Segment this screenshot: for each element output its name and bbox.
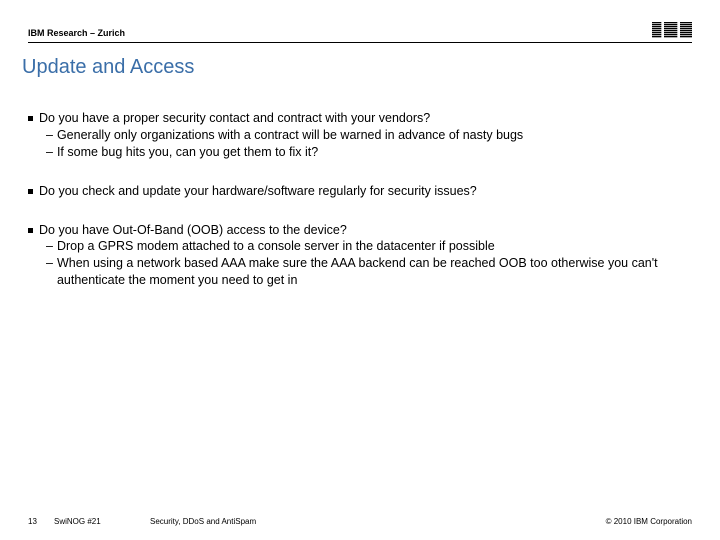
footer-copyright: © 2010 IBM Corporation <box>606 517 692 526</box>
bullet-text: Do you have a proper security contact an… <box>39 110 692 127</box>
slide-header: IBM Research – Zurich <box>28 22 692 43</box>
page-number: 13 <box>28 517 54 526</box>
org-line: IBM Research – Zurich <box>28 28 125 38</box>
sub-item: – Drop a GPRS modem attached to a consol… <box>46 238 692 255</box>
sub-text: Generally only organizations with a cont… <box>57 127 692 144</box>
bullet-item: Do you have a proper security contact an… <box>28 110 692 161</box>
dash-icon: – <box>46 144 53 161</box>
dash-icon: – <box>46 255 53 272</box>
bullet-text: Do you have Out-Of-Band (OOB) access to … <box>39 222 692 239</box>
bullet-item: Do you have Out-Of-Band (OOB) access to … <box>28 222 692 290</box>
sub-item: – When using a network based AAA make su… <box>46 255 692 289</box>
sub-text: When using a network based AAA make sure… <box>57 255 692 289</box>
square-bullet-icon <box>28 189 33 194</box>
sub-item: – If some bug hits you, can you get them… <box>46 144 692 161</box>
slide-content: Do you have a proper security contact an… <box>28 110 692 311</box>
bullet-text: Do you check and update your hardware/so… <box>39 183 692 200</box>
footer-event: SwiNOG #21 <box>54 517 150 526</box>
slide-footer: 13 SwiNOG #21 Security, DDoS and AntiSpa… <box>28 517 692 526</box>
ibm-logo-icon <box>652 22 692 38</box>
slide-title: Update and Access <box>22 56 194 79</box>
dash-icon: – <box>46 238 53 255</box>
square-bullet-icon <box>28 116 33 121</box>
sub-item: – Generally only organizations with a co… <box>46 127 692 144</box>
sub-text: Drop a GPRS modem attached to a console … <box>57 238 692 255</box>
sub-text: If some bug hits you, can you get them t… <box>57 144 692 161</box>
bullet-item: Do you check and update your hardware/so… <box>28 183 692 200</box>
footer-subject: Security, DDoS and AntiSpam <box>150 517 606 526</box>
square-bullet-icon <box>28 228 33 233</box>
dash-icon: – <box>46 127 53 144</box>
